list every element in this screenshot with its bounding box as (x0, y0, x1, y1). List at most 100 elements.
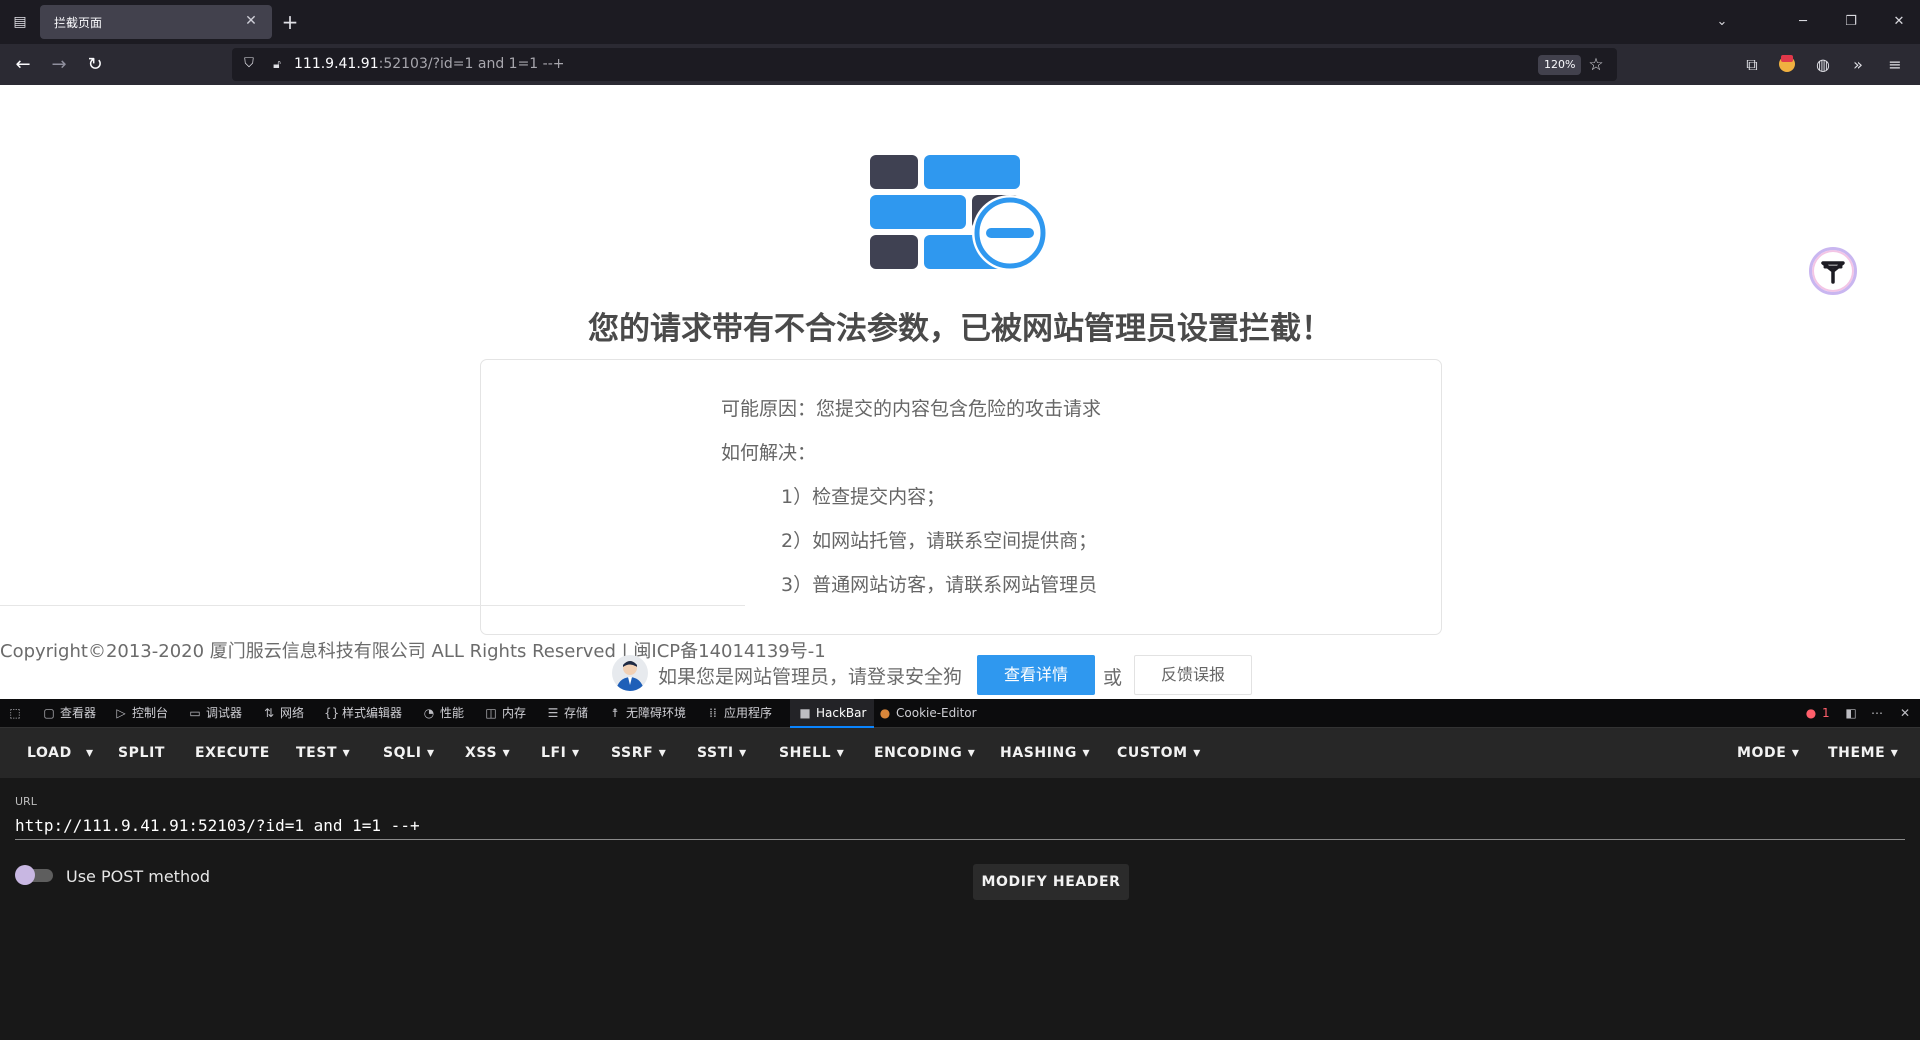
devtools-panel: ⬚ ▢ 查看器 ▷ 控制台 ▭ 调试器 ⇅ 网络 {} 样式编辑器 ◔ 性能 ◫ 内存 ☰ 存储… (0, 699, 1920, 1040)
split-button[interactable]: SPLIT (118, 728, 165, 778)
tab-debugger[interactable]: ▭ 调试器 (188, 699, 242, 728)
hackbar-url-input[interactable] (15, 814, 1905, 836)
firewall-block-icon (870, 155, 1048, 271)
hackbar-icon: ■ (799, 706, 811, 720)
lock-icon[interactable]: 🔓︎ (268, 55, 286, 73)
shell-menu[interactable]: SHELL ▾ (779, 728, 844, 778)
tab-label: 控制台 (132, 706, 169, 720)
tab-label: 无障碍环境 (626, 706, 687, 720)
shield-icon[interactable]: ⛉ (240, 55, 258, 73)
mode-menu[interactable]: MODE ▾ (1737, 728, 1800, 778)
back-arrow-icon[interactable]: ← (8, 50, 38, 80)
lfi-menu[interactable]: LFI ▾ (541, 728, 580, 778)
tab-network[interactable]: ⇅ 网络 (262, 699, 304, 728)
hashing-menu[interactable]: HASHING ▾ (1000, 728, 1090, 778)
encoding-menu[interactable]: ENCODING ▾ (874, 728, 975, 778)
devtools-close-icon[interactable]: ✕ (1898, 699, 1916, 728)
forward-arrow-icon[interactable]: → (44, 50, 74, 80)
menu-label: SSTI (697, 745, 734, 761)
devtools-tab-bar: ⬚ ▢ 查看器 ▷ 控制台 ▭ 调试器 ⇅ 网络 {} 样式编辑器 ◔ 性能 ◫ 内存 ☰ 存储… (0, 699, 1920, 728)
custom-menu[interactable]: CUSTOM ▾ (1117, 728, 1201, 778)
solution-step: 3）普通网站访客，请联系网站管理员 (781, 574, 1098, 596)
navigation-bar: ← → ↻ ⛉ 🔓︎ 111.9.41.91:52103/?id=1 and 1… (0, 44, 1920, 85)
bookmark-star-icon[interactable]: ☆ (1585, 54, 1607, 76)
element-picker-icon[interactable]: ⬚ (8, 699, 26, 728)
new-tab-icon[interactable]: + (278, 9, 302, 35)
tab-console[interactable]: ▷ 控制台 (114, 699, 168, 728)
error-count-badge[interactable]: ● 1 (1804, 699, 1830, 728)
xss-menu[interactable]: XSS ▾ (465, 728, 510, 778)
overflow-chevrons-icon[interactable]: » (1845, 52, 1871, 78)
theme-menu[interactable]: THEME ▾ (1828, 728, 1898, 778)
restore-icon[interactable]: ❐ (1836, 10, 1866, 34)
menu-label: XSS (465, 745, 498, 761)
view-details-button[interactable]: 查看详情 (977, 655, 1095, 695)
tab-storage[interactable]: ☰ 存储 (546, 699, 588, 728)
tab-inspector[interactable]: ▢ 查看器 (42, 699, 96, 728)
dock-side-icon[interactable]: ◧ (1844, 699, 1862, 728)
tab-label: HackBar (816, 706, 867, 720)
sqli-menu[interactable]: SQLI ▾ (383, 728, 435, 778)
tab-hackbar[interactable]: ■ HackBar (790, 699, 875, 728)
menu-label: SHELL (779, 745, 832, 761)
reload-icon[interactable]: ↻ (80, 50, 110, 80)
browser-tab[interactable]: 拦截页面 ✕ (40, 5, 272, 39)
tab-style-editor[interactable]: {} 样式编辑器 (324, 699, 402, 728)
post-method-toggle[interactable] (15, 865, 55, 885)
more-options-icon[interactable]: ⋯ (1870, 699, 1888, 728)
tab-memory[interactable]: ◫ 内存 (484, 699, 526, 728)
tab-label: 样式编辑器 (342, 706, 403, 720)
load-dropdown-caret-icon[interactable]: ▾ (86, 728, 94, 778)
tab-label: Cookie-Editor (896, 706, 977, 720)
network-icon: ⇅ (263, 706, 275, 720)
window-close-icon[interactable]: ✕ (1884, 10, 1914, 34)
hackbar-toolbar: LOAD ▾ SPLIT EXECUTE TEST ▾ SQLI ▾ XSS ▾… (0, 728, 1920, 778)
tab-label: 查看器 (60, 706, 97, 720)
reason-text: 可能原因：您提交的内容包含危险的攻击请求 (721, 398, 1102, 420)
error-count: 1 (1822, 706, 1830, 720)
menu-label: ENCODING (874, 745, 963, 761)
admin-avatar (612, 655, 648, 691)
execute-button[interactable]: EXECUTE (195, 728, 270, 778)
extension-puzzle-icon[interactable]: ⧉ (1739, 52, 1765, 78)
report-false-positive-button[interactable]: 反馈误报 (1134, 655, 1252, 695)
url-host: 111.9.41.91 (294, 56, 379, 72)
cookie-extension-icon[interactable]: ◍ (1810, 52, 1836, 78)
performance-icon: ◔ (423, 706, 435, 720)
profile-extension-icon[interactable] (1774, 52, 1800, 78)
minimize-icon[interactable]: ─ (1788, 10, 1818, 34)
modify-header-button[interactable]: MODIFY HEADER (973, 864, 1129, 900)
url-path: :52103/?id=1 and 1=1 --+ (378, 56, 565, 72)
ssrf-menu[interactable]: SSRF ▾ (611, 728, 666, 778)
style-editor-icon: {} (324, 706, 340, 720)
tab-accessibility[interactable]: ☨ 无障碍环境 (608, 699, 686, 728)
tab-performance[interactable]: ◔ 性能 (422, 699, 464, 728)
tab-label: 存储 (564, 706, 589, 720)
url-field-underline (15, 839, 1905, 840)
address-bar[interactable]: ⛉ 🔓︎ 111.9.41.91:52103/?id=1 and 1=1 --+… (232, 48, 1617, 81)
toggle-thumb (15, 865, 35, 885)
test-menu[interactable]: TEST ▾ (296, 728, 350, 778)
floating-extension-icon[interactable] (1809, 247, 1857, 295)
debugger-icon: ▭ (189, 706, 201, 720)
how-to-heading: 如何解决： (721, 442, 817, 464)
tab-application[interactable]: ⁞⁞ 应用程序 (706, 699, 772, 728)
tab-bar: ▤ 拦截页面 ✕ + ⌄ ─ ❐ ✕ (0, 0, 1920, 44)
menu-label: CUSTOM (1117, 745, 1188, 761)
tab-label: 应用程序 (724, 706, 773, 720)
load-button[interactable]: LOAD (27, 728, 72, 778)
close-icon[interactable]: ✕ (240, 10, 262, 32)
storage-icon: ☰ (547, 706, 559, 720)
url-text[interactable]: 111.9.41.91:52103/?id=1 and 1=1 --+ (294, 56, 565, 72)
tab-list-icon[interactable]: ▤ (8, 10, 32, 34)
zoom-level-badge[interactable]: 120% (1538, 55, 1582, 75)
admin-prompt-text: 如果您是网站管理员，请登录安全狗 (658, 666, 963, 688)
ssti-menu[interactable]: SSTI ▾ (697, 728, 747, 778)
tab-cookie-editor[interactable]: ● Cookie-Editor (878, 699, 977, 728)
menu-label: HASHING (1000, 745, 1077, 761)
console-icon: ▷ (116, 706, 126, 720)
hamburger-menu-icon[interactable]: ≡ (1882, 52, 1908, 78)
tab-overflow-chevron-icon[interactable]: ⌄ (1707, 10, 1737, 34)
tab-title: 拦截页面 (54, 16, 103, 30)
menu-label: SSRF (611, 745, 654, 761)
